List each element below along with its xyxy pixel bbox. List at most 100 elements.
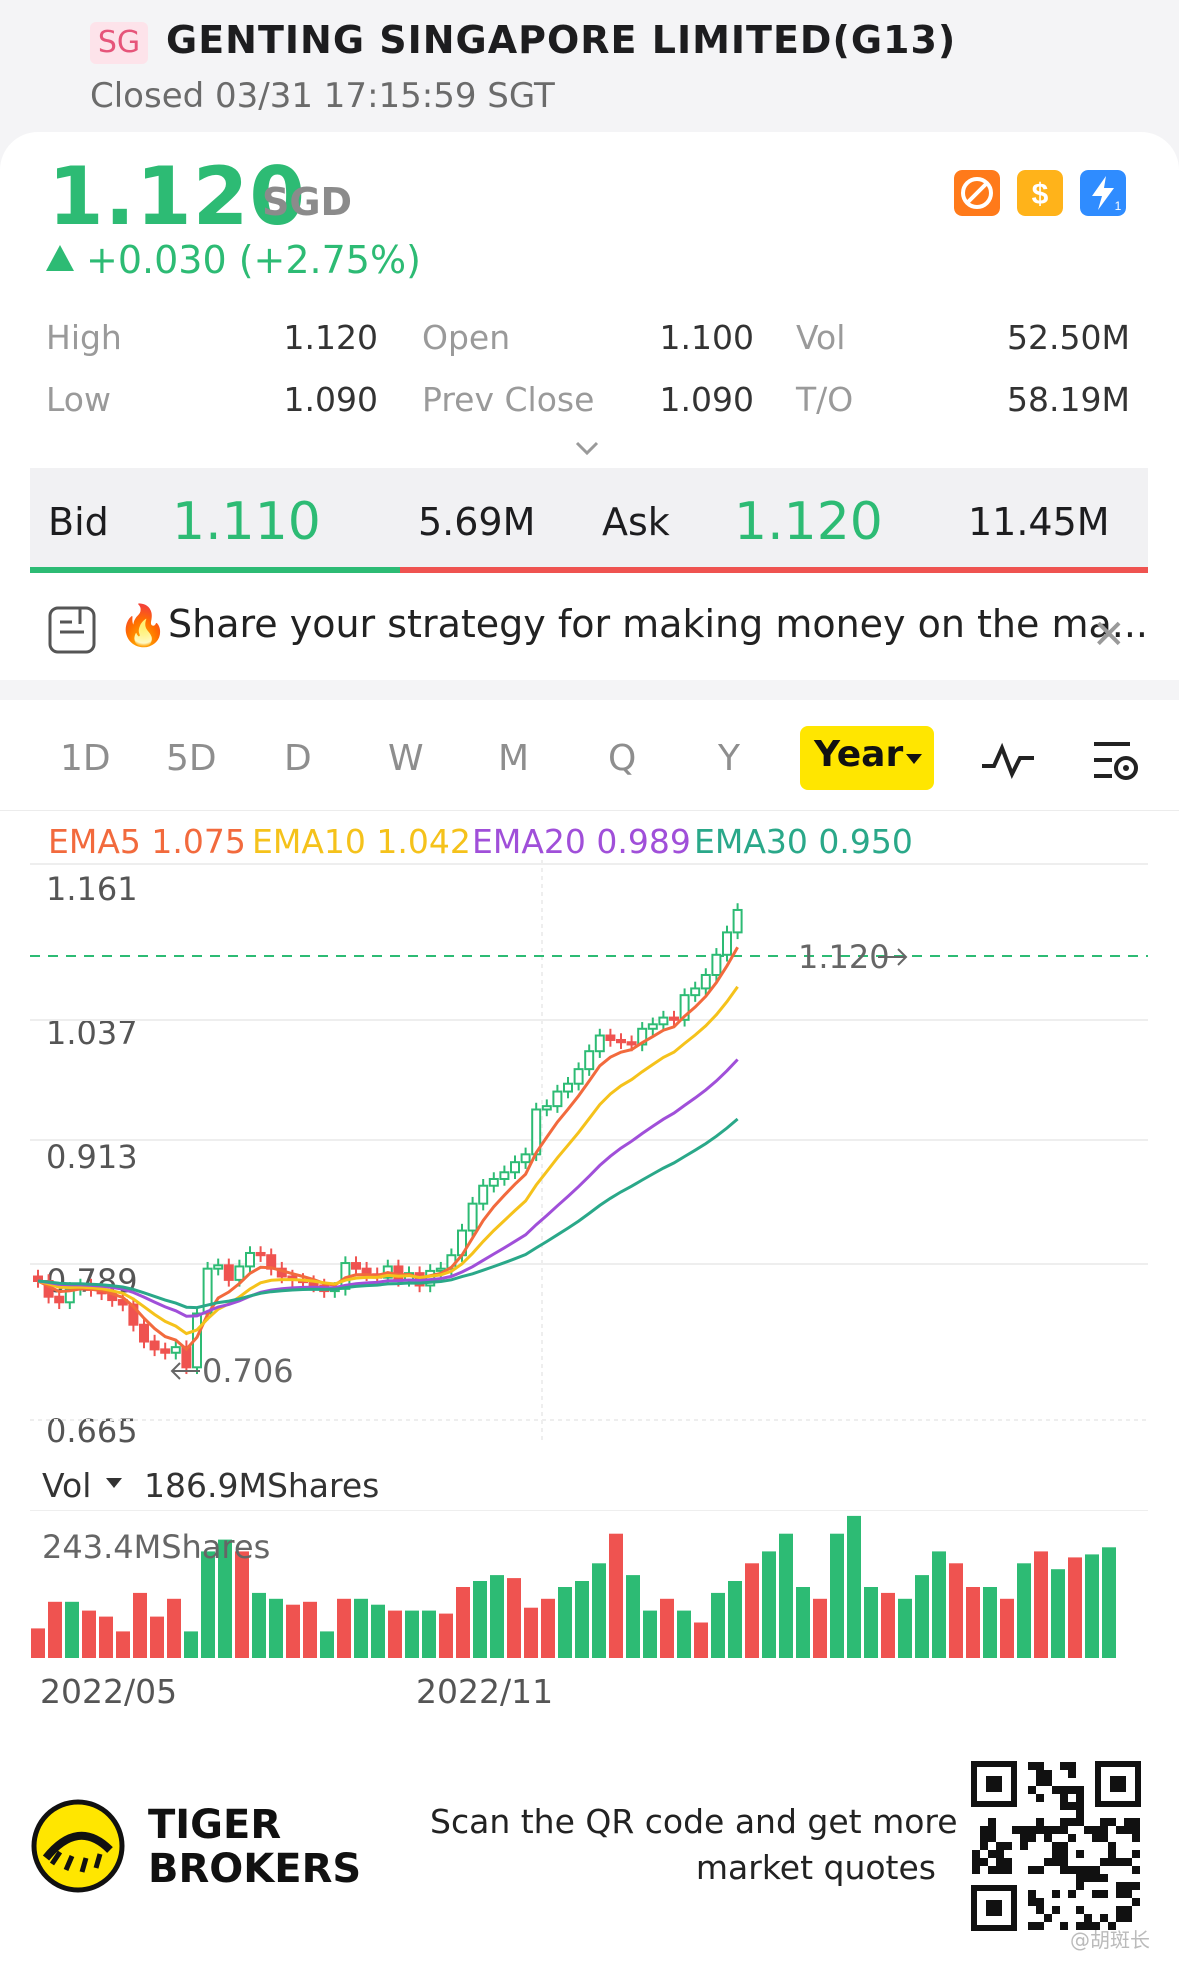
volume-bar <box>609 1533 623 1658</box>
tab-m[interactable]: M <box>498 738 529 779</box>
qr-cell <box>1060 1826 1068 1834</box>
volume-selector[interactable]: Vol <box>42 1466 91 1505</box>
volume-bar <box>830 1533 844 1658</box>
candle-body <box>499 1171 510 1180</box>
qr-cell <box>1108 1842 1116 1850</box>
volume-bar <box>184 1631 198 1658</box>
qr-cell <box>996 1842 1004 1850</box>
note-icon <box>48 606 96 654</box>
volume-bar <box>31 1628 45 1658</box>
volume-bar <box>1102 1547 1116 1658</box>
candle-body <box>690 987 701 997</box>
ema20-legend: EMA20 0.989 <box>472 822 691 861</box>
qr-cell <box>1116 1906 1124 1914</box>
volume-bar <box>1000 1598 1014 1658</box>
volume-bar <box>303 1601 317 1658</box>
volume-bar <box>915 1575 929 1658</box>
tab-1d[interactable]: 1D <box>60 738 111 779</box>
qr-cell <box>1028 1826 1036 1834</box>
tab-year-dropdown[interactable]: Year <box>800 726 934 790</box>
volume-bar <box>1068 1557 1082 1658</box>
qr-cell <box>1020 1826 1028 1834</box>
stat-label-high: High <box>46 318 122 357</box>
candle-body <box>647 1023 658 1030</box>
price-change-text: +0.030 (+2.75%) <box>86 238 421 282</box>
candle-body <box>700 973 711 990</box>
qr-cell <box>980 1834 988 1842</box>
tab-5d[interactable]: 5D <box>166 738 217 779</box>
qr-cell <box>1124 1914 1132 1922</box>
qr-cell <box>1044 1826 1052 1834</box>
currency: SGD <box>262 180 353 224</box>
qr-cell <box>1100 1826 1108 1834</box>
qr-cell <box>1108 1858 1116 1866</box>
volume-bar <box>320 1631 334 1658</box>
indicator-icon[interactable] <box>980 740 1036 780</box>
chart-settings-icon[interactable] <box>1090 738 1140 784</box>
qr-cell <box>1052 1906 1060 1914</box>
close-icon[interactable]: ✕ <box>1092 612 1126 658</box>
brand-line1: TIGER <box>148 1802 282 1848</box>
candle-body <box>255 1251 266 1257</box>
qr-cell <box>1092 1890 1100 1898</box>
stat-label-open: Open <box>422 318 511 357</box>
no-margin-icon[interactable] <box>954 170 1000 216</box>
volume-bar <box>813 1598 827 1658</box>
candle-body <box>139 1323 149 1343</box>
qr-cell <box>996 1866 1004 1874</box>
qr-cell <box>1116 1882 1124 1890</box>
flash-icon[interactable]: 1 <box>1080 170 1126 216</box>
tab-d[interactable]: D <box>284 738 312 779</box>
qr-cell <box>1100 1890 1108 1898</box>
qr-cell <box>1076 1794 1084 1802</box>
candle-body <box>223 1264 234 1281</box>
svg-text:1: 1 <box>1115 199 1122 213</box>
qr-cell <box>1004 1858 1012 1866</box>
banner-text[interactable]: Share your strategy for making money on … <box>168 602 1148 646</box>
qr-cell <box>988 1826 996 1834</box>
qr-cell <box>1036 1818 1044 1826</box>
candle-body <box>552 1090 563 1108</box>
qr-cell <box>1028 1762 1036 1770</box>
volume-bar <box>286 1604 300 1658</box>
caret-down-icon[interactable] <box>106 1478 122 1488</box>
qr-cell <box>1060 1922 1068 1930</box>
qr-cell <box>1052 1890 1060 1898</box>
qr-cell <box>972 1850 980 1858</box>
qr-cell <box>1012 1826 1020 1834</box>
qr-cell <box>1076 1874 1084 1882</box>
volume-bar <box>932 1551 946 1658</box>
candle-body <box>245 1251 255 1268</box>
chevron-down-icon[interactable] <box>574 438 600 458</box>
volume-bar <box>558 1587 572 1658</box>
candle-body <box>351 1262 361 1270</box>
candle-body <box>478 1184 489 1205</box>
volume-bar <box>439 1613 453 1658</box>
stat-label-vol: Vol <box>796 318 846 357</box>
tab-y[interactable]: Y <box>718 738 740 779</box>
qr-cell <box>980 1842 988 1850</box>
qr-cell <box>1092 1834 1100 1842</box>
qr-cell <box>1052 1858 1060 1866</box>
ask-price: 1.120 <box>734 492 883 552</box>
volume-bar <box>524 1607 538 1658</box>
qr-cell <box>1076 1802 1084 1810</box>
dollar-icon[interactable]: $ <box>1017 170 1063 216</box>
tab-w[interactable]: W <box>388 738 424 779</box>
qr-cell <box>1052 1786 1060 1794</box>
volume-bar <box>864 1587 878 1658</box>
tab-q[interactable]: Q <box>608 738 636 779</box>
candle-body <box>669 1016 679 1021</box>
qr-cell <box>1132 1834 1140 1842</box>
qr-cell <box>1108 1850 1116 1858</box>
up-triangle-icon <box>46 245 74 271</box>
qr-cell <box>1036 1826 1044 1834</box>
volume-bar <box>898 1598 912 1658</box>
qr-cell <box>1076 1810 1084 1818</box>
volume-bar <box>983 1587 997 1658</box>
qr-cell <box>1052 1826 1060 1834</box>
qr-cell <box>1036 1770 1044 1778</box>
volume-bar <box>949 1563 963 1658</box>
qr-cell <box>1028 1866 1036 1874</box>
volume-bar <box>881 1592 895 1658</box>
